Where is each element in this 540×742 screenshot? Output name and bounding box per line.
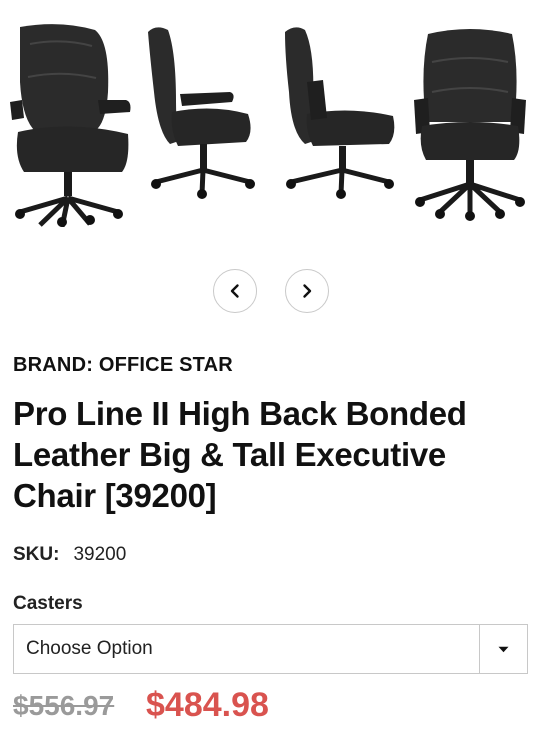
product-image-gallery xyxy=(0,0,540,250)
product-image-4[interactable] xyxy=(410,22,530,227)
product-title: Pro Line II High Back Bonded Leather Big… xyxy=(13,395,467,514)
product-image-2[interactable] xyxy=(142,22,262,227)
chevron-right-icon xyxy=(303,284,312,298)
casters-select[interactable]: Choose Option xyxy=(13,624,528,674)
sku-label: SKU: xyxy=(13,544,60,565)
gallery-prev-button[interactable] xyxy=(213,269,257,313)
chair-image xyxy=(10,24,131,227)
gallery-next-button[interactable] xyxy=(285,269,329,313)
product-sku: SKU: 39200 xyxy=(13,544,126,566)
product-image-1[interactable] xyxy=(0,22,135,227)
chevron-left-icon xyxy=(230,284,239,298)
chair-image xyxy=(414,29,526,221)
casters-selected-value: Choose Option xyxy=(26,638,153,659)
chair-image xyxy=(285,27,395,199)
sku-value: 39200 xyxy=(73,544,127,565)
caret-down-icon xyxy=(498,646,509,652)
original-price: $556.97 xyxy=(13,690,115,721)
chair-image xyxy=(148,27,255,199)
dropdown-toggle[interactable] xyxy=(479,625,527,673)
product-brand[interactable]: BRAND: OFFICE STAR xyxy=(13,354,233,377)
sale-price: $484.98 xyxy=(146,686,269,724)
product-image-3[interactable] xyxy=(277,22,402,227)
casters-option-label: Casters xyxy=(13,593,83,614)
